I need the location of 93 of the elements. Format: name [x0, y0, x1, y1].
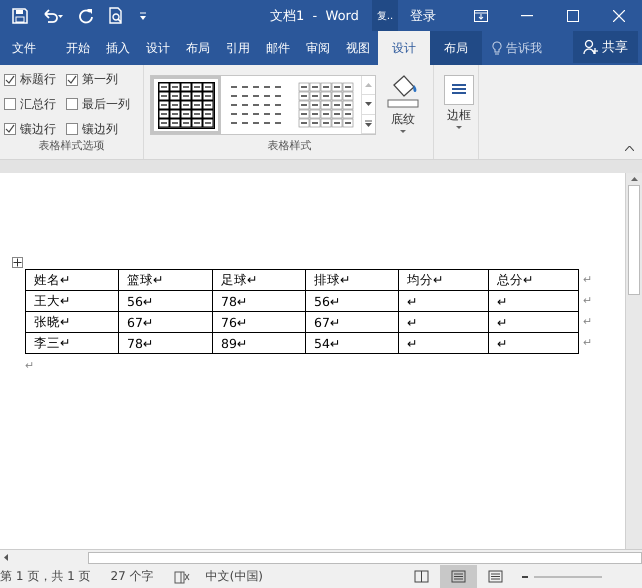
word-count: 27 个字 — [110, 568, 154, 585]
ribbon-display-button[interactable]: 复.. — [372, 0, 398, 31]
table-cell: 排球↵ — [306, 270, 398, 290]
scroll-up-icon[interactable] — [630, 177, 638, 181]
table-cell: ↵ — [398, 332, 488, 354]
table-cell: 56↵ — [118, 290, 212, 312]
ribbon-tab[interactable]: 开始 — [58, 31, 98, 65]
ribbon-tab[interactable]: 邮件 — [258, 31, 298, 65]
table-cell: 78↵ — [212, 290, 306, 312]
checkbox-label: 最后一列 — [82, 96, 130, 113]
proofing-book-icon[interactable] — [174, 570, 190, 584]
table-cell: 54↵ — [306, 332, 398, 354]
scroll-left-icon[interactable] — [4, 554, 8, 561]
minimize-icon[interactable] — [521, 14, 533, 16]
table-cell: 足球↵ — [212, 270, 306, 290]
caret-icon — [400, 130, 406, 133]
borders-button[interactable]: 边框 — [438, 71, 480, 129]
checkbox[interactable] — [4, 123, 16, 136]
table-cell: 76↵ — [212, 312, 306, 332]
ribbon-tab[interactable]: 设计 — [138, 31, 178, 65]
lightbulb-icon — [492, 41, 502, 55]
checkbox[interactable] — [66, 98, 78, 110]
view-button[interactable] — [440, 565, 477, 588]
share-button[interactable]: 共享 — [573, 31, 638, 63]
ribbon-tab[interactable]: 视图 — [338, 31, 378, 65]
table-style-option[interactable] — [151, 76, 221, 134]
checkbox[interactable] — [4, 98, 16, 110]
checkbox[interactable] — [4, 74, 16, 86]
redo-icon[interactable] — [78, 8, 94, 24]
paint-bucket-icon — [386, 73, 420, 109]
row-end-mark: ↵ — [583, 335, 592, 351]
row-end-mark: ↵ — [583, 293, 592, 309]
row-end-mark: ↵ — [583, 314, 592, 330]
tell-me-field[interactable]: 告诉我 — [506, 40, 542, 56]
table-cell: 78↵ — [118, 332, 212, 354]
table-cell: ↵ — [488, 332, 578, 354]
paragraph-mark: ↵ — [25, 359, 34, 372]
table-cell: 67↵ — [306, 312, 398, 332]
table-cell: 篮球↵ — [118, 270, 212, 290]
table-cell: 总分↵ — [488, 270, 578, 290]
person-add-icon — [583, 39, 599, 55]
save-icon[interactable] — [12, 8, 28, 24]
web-page-icon — [488, 570, 503, 583]
undo-icon[interactable] — [42, 8, 64, 24]
window-title: 文档1 - Word — [270, 8, 360, 24]
customize-icon[interactable] — [138, 10, 148, 20]
ribbon-tab[interactable]: 文件 — [4, 31, 44, 65]
maximize-icon[interactable] — [567, 10, 579, 22]
language-label[interactable]: 中文(中国) — [206, 568, 403, 585]
checkbox-label: 第一列 — [82, 71, 118, 88]
scrollbar-thumb[interactable] — [628, 185, 640, 295]
row-end-mark: ↵ — [583, 272, 592, 288]
table-style-icon — [298, 82, 354, 128]
book-icon — [414, 570, 429, 583]
table-cell: 李三↵ — [26, 332, 118, 354]
page-count: 第 1 页，共 1 页 — [0, 568, 91, 585]
scrollbar-thumb[interactable] — [88, 552, 642, 564]
table-cell: 姓名↵ — [26, 270, 118, 290]
borders-icon — [444, 75, 474, 105]
checkbox-label: 镶边列 — [82, 120, 118, 138]
close-icon[interactable] — [613, 10, 625, 22]
table-cell: 王大↵ — [26, 290, 118, 312]
ribbon-tab[interactable]: 设计 — [378, 31, 430, 65]
page-icon — [451, 570, 466, 583]
ribbon-tab[interactable]: 布局 — [178, 31, 218, 65]
group-label: 表格样式 — [266, 138, 312, 154]
print-preview-icon[interactable] — [108, 6, 124, 24]
group-label: 表格样式选项 — [38, 138, 106, 154]
checkbox-label: 汇总行 — [20, 96, 56, 113]
checkbox[interactable] — [66, 123, 78, 136]
table-cell: ↵ — [488, 312, 578, 332]
table-cell: ↵ — [398, 312, 488, 332]
table-cell: 67↵ — [118, 312, 212, 332]
table-cell: ↵ — [488, 290, 578, 312]
ribbon-tab[interactable]: 引用 — [218, 31, 258, 65]
caret-icon — [456, 126, 462, 129]
ribbon-tab[interactable]: 布局 — [430, 31, 482, 65]
ribbon-tab[interactable]: 插入 — [98, 31, 138, 65]
checkbox[interactable] — [66, 74, 78, 86]
checkbox-label: 镶边行 — [20, 120, 56, 138]
table-cell: 89↵ — [212, 332, 306, 354]
table-cell: 张晓↵ — [26, 312, 118, 332]
sign-in-link[interactable]: 登录 — [410, 6, 436, 24]
checkbox-label: 标题行 — [20, 71, 56, 88]
ribbon-tab[interactable]: 审阅 — [298, 31, 338, 65]
table-cell: ↵ — [398, 290, 488, 312]
table-move-handle-icon[interactable] — [12, 257, 23, 268]
table-style-icon — [158, 82, 214, 128]
collapse-ribbon-icon[interactable] — [625, 146, 634, 151]
table-cell: 均分↵ — [398, 270, 488, 290]
ribbon-options-icon[interactable] — [474, 10, 488, 22]
shading-button[interactable]: 底纹 — [382, 69, 424, 138]
table-cell: 56↵ — [306, 290, 398, 312]
